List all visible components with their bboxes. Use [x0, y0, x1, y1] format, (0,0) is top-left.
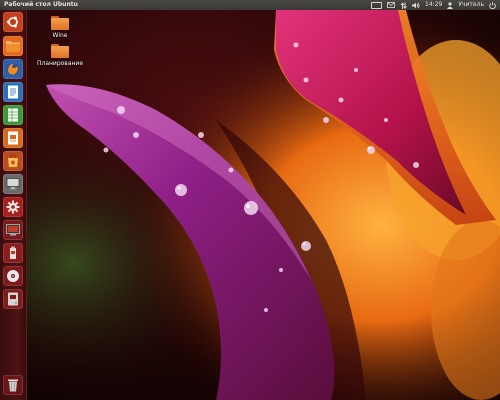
package-icon — [8, 246, 18, 260]
user-name[interactable]: Учитель — [458, 0, 484, 10]
keyboard-layout-icon[interactable] — [371, 1, 383, 9]
shopping-bag-icon — [6, 154, 20, 168]
gear-icon — [6, 200, 20, 214]
launcher-item-package[interactable] — [3, 243, 23, 263]
launcher-item-trash[interactable] — [3, 375, 23, 395]
ubuntu-logo-icon — [6, 15, 20, 29]
wallpaper — [26, 10, 500, 400]
launcher-item-libreoffice-writer[interactable] — [3, 82, 23, 102]
envelope-icon[interactable] — [387, 2, 395, 8]
desktop-icon-label: Wine — [52, 32, 68, 39]
volume-icon[interactable] — [412, 2, 420, 9]
monitor-icon — [6, 178, 20, 190]
launcher-item-firefox[interactable] — [3, 59, 23, 79]
spreadsheet-icon — [7, 108, 19, 122]
launcher-item-ubuntu-software-center[interactable] — [3, 151, 23, 171]
trash-icon — [7, 378, 19, 392]
clock[interactable]: 14:29 — [425, 0, 442, 10]
screen-icon — [6, 224, 20, 236]
indicator-tray: 14:29 Учитель — [371, 0, 496, 10]
folder-icon — [51, 44, 69, 58]
launcher-item-home-folder[interactable] — [3, 36, 23, 56]
user-icon[interactable] — [447, 1, 454, 9]
launcher-item-libreoffice-calc[interactable] — [3, 105, 23, 125]
presentation-icon — [7, 131, 19, 145]
launcher-item-cd-drive[interactable] — [3, 266, 23, 286]
launcher-item-remote-desktop[interactable] — [3, 174, 23, 194]
window-title: Рабочий стол Ubuntu — [4, 1, 78, 8]
launcher-item-dash-home[interactable] — [3, 12, 23, 32]
power-icon[interactable] — [489, 1, 496, 9]
top-panel: Рабочий стол Ubuntu 14:29 Учитель — [0, 0, 500, 10]
folder-icon — [6, 40, 20, 52]
launcher-item-disk-drive[interactable] — [3, 289, 23, 309]
desktop-icon-planning[interactable]: Планирование — [34, 44, 86, 67]
desktop-icon-wine[interactable]: Wine — [34, 16, 86, 39]
firefox-icon — [6, 62, 20, 76]
drive-icon — [7, 292, 19, 306]
cd-icon — [6, 269, 20, 283]
document-icon — [7, 85, 19, 99]
launcher — [0, 10, 27, 400]
launcher-item-libreoffice-impress[interactable] — [3, 128, 23, 148]
launcher-item-screen[interactable] — [3, 220, 23, 240]
desktop-icon-label: Планирование — [36, 60, 84, 67]
network-icon[interactable] — [400, 2, 408, 9]
folder-icon — [51, 16, 69, 30]
launcher-item-system-settings[interactable] — [3, 197, 23, 217]
